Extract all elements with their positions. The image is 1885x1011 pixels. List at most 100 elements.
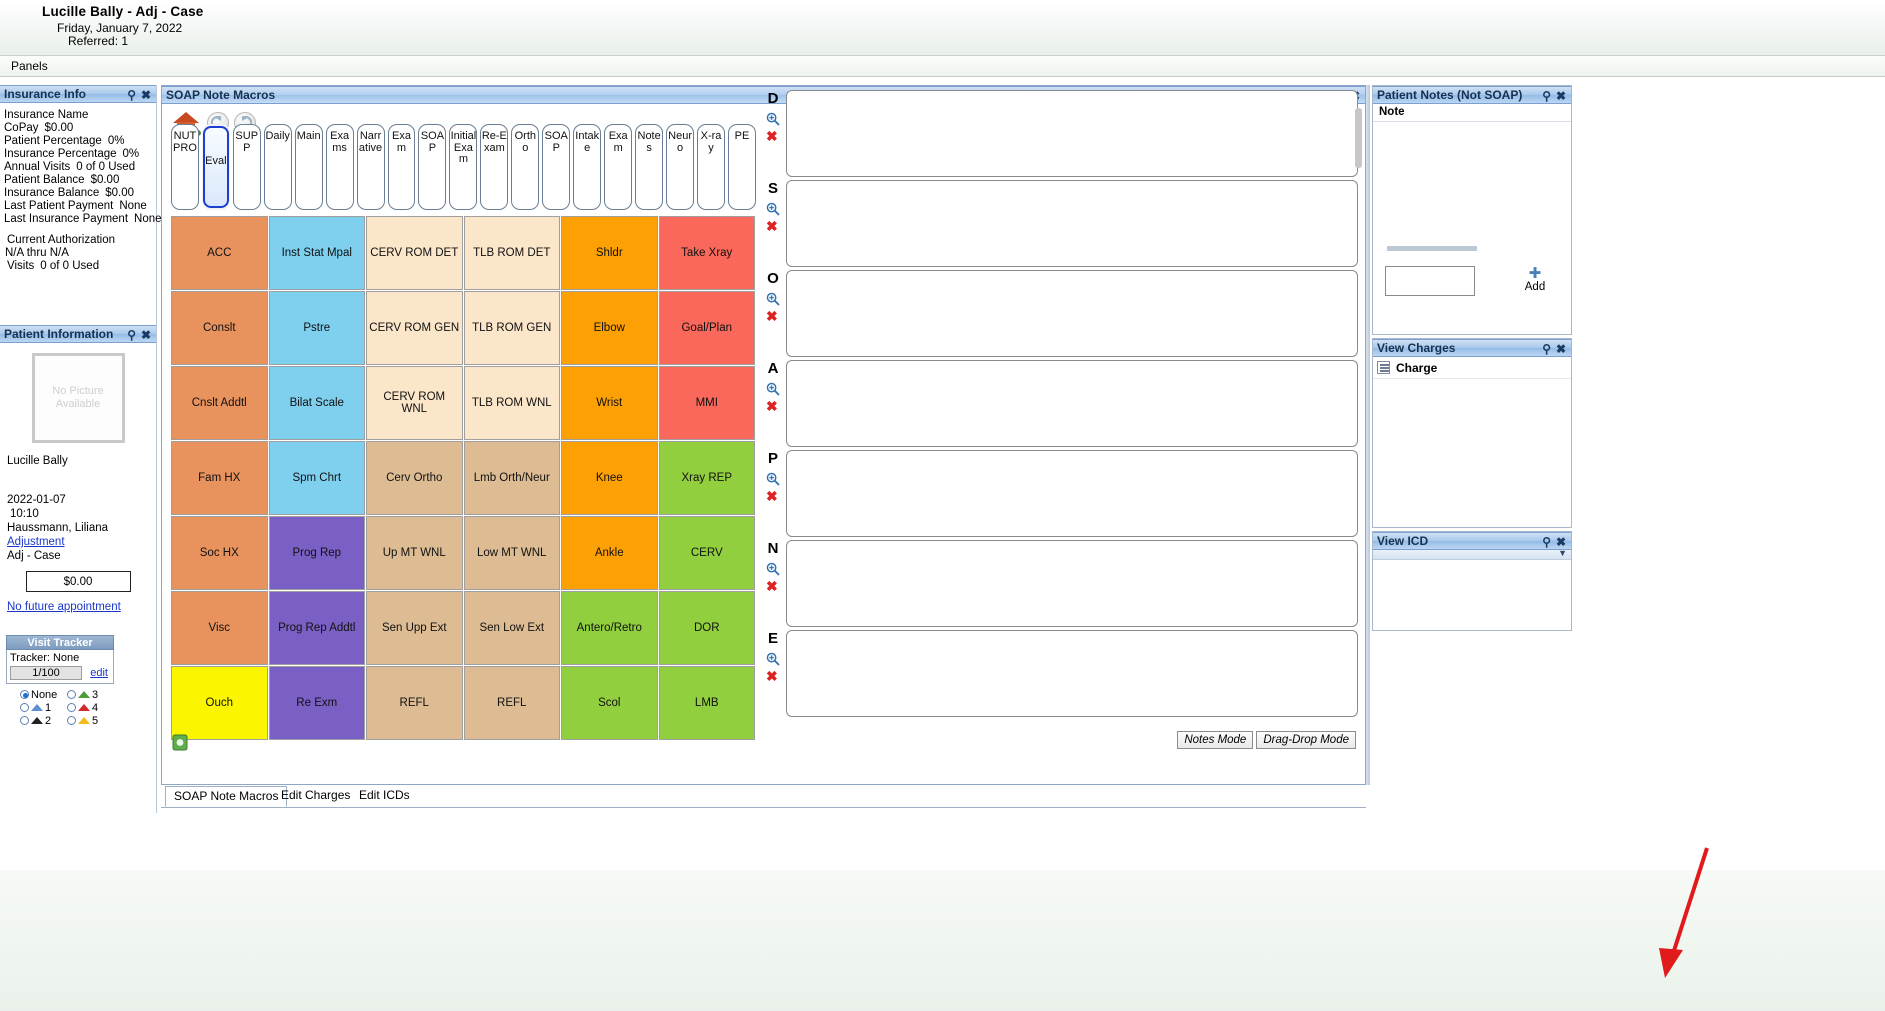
magnify-icon[interactable]	[766, 202, 780, 216]
visit-type-link[interactable]: Adjustment	[7, 535, 156, 549]
macro-button[interactable]: REFL	[366, 666, 463, 740]
macro-tab-re-exam[interactable]: Re-Exam	[480, 124, 509, 210]
macro-button[interactable]: TLB ROM GEN	[463, 291, 560, 365]
macro-button[interactable]: Goal/Plan	[658, 291, 755, 365]
tab-edit-icds[interactable]: Edit ICDs	[351, 786, 418, 807]
drag-drop-mode-button[interactable]: Drag-Drop Mode	[1256, 731, 1356, 749]
tracker-option-2[interactable]: 2	[20, 715, 67, 727]
soap-text-field[interactable]	[786, 630, 1358, 717]
macro-tab-eval-selected[interactable]: Eval	[201, 124, 230, 210]
tracker-option-3[interactable]: 3	[67, 689, 114, 701]
macro-button[interactable]: Xray REP	[658, 441, 755, 515]
no-future-appointment-link[interactable]: No future appointment	[7, 601, 156, 613]
macro-button[interactable]: CERV ROM WNL	[366, 366, 463, 440]
macro-button[interactable]: Elbow	[561, 291, 658, 365]
macro-tab-exam[interactable]: Exam	[604, 124, 633, 210]
macro-button[interactable]: Pstre	[268, 291, 365, 365]
tracker-option-none[interactable]: None	[20, 689, 67, 701]
macro-tab-main[interactable]: Main	[294, 124, 323, 210]
soap-text-field[interactable]	[786, 180, 1358, 267]
macro-tab-narrative[interactable]: Narrative	[356, 124, 385, 210]
radio-icon[interactable]	[67, 703, 76, 712]
macro-button[interactable]: Up MT WNL	[366, 516, 463, 590]
macro-button[interactable]: TLB ROM DET	[463, 216, 560, 290]
soap-text-field[interactable]	[786, 450, 1358, 537]
macro-tab-daily[interactable]: Daily	[263, 124, 292, 210]
macro-button[interactable]: Take Xray	[658, 216, 755, 290]
magnify-icon[interactable]	[766, 652, 780, 666]
magnify-icon[interactable]	[766, 112, 780, 126]
macro-button[interactable]: Soc HX	[171, 516, 268, 590]
macro-button[interactable]: Antero/Retro	[561, 591, 658, 665]
notes-mode-button[interactable]: Notes Mode	[1177, 731, 1254, 749]
macro-tab-notes[interactable]: Notes	[635, 124, 664, 210]
macro-tab-supp[interactable]: SUPP	[232, 124, 261, 210]
radio-icon[interactable]	[20, 716, 29, 725]
macro-button[interactable]: TLB ROM WNL	[463, 366, 560, 440]
tracker-option-4[interactable]: 4	[67, 702, 114, 714]
soap-text-field[interactable]	[786, 540, 1358, 627]
magnify-icon[interactable]	[766, 292, 780, 306]
macro-tab-soap[interactable]: SOAP	[418, 124, 447, 210]
macro-button[interactable]: LMB	[658, 666, 755, 740]
chevron-down-icon[interactable]: ▼	[1558, 548, 1567, 558]
soap-text-field[interactable]	[786, 360, 1358, 447]
pin-icon[interactable]: ⚲	[127, 87, 136, 104]
macro-tab-neuro[interactable]: Neuro	[666, 124, 695, 210]
macro-button[interactable]: Wrist	[561, 366, 658, 440]
macro-button[interactable]: Inst Stat Mpal	[268, 216, 365, 290]
close-icon[interactable]: ✖	[1556, 88, 1566, 105]
note-input-field[interactable]	[1385, 266, 1475, 296]
dock-splitter[interactable]	[1366, 85, 1370, 785]
add-note-button[interactable]: ✚ Add	[1505, 266, 1565, 293]
clear-section-icon[interactable]: ✖	[766, 578, 778, 595]
macro-button[interactable]: Spm Chrt	[268, 441, 365, 515]
pin-icon[interactable]: ⚲	[1542, 88, 1551, 105]
panels-menu-item[interactable]: Panels	[11, 59, 48, 73]
macro-tab-intake[interactable]: Intake	[573, 124, 602, 210]
pin-icon[interactable]: ⚲	[127, 327, 136, 344]
macro-tab-ortho[interactable]: Ortho	[511, 124, 540, 210]
clear-section-icon[interactable]: ✖	[766, 398, 778, 415]
tracker-edit-link[interactable]: edit	[90, 667, 108, 679]
tracker-option-1[interactable]: 1	[20, 702, 67, 714]
macro-button[interactable]: Cerv Ortho	[366, 441, 463, 515]
macro-button[interactable]: CERV ROM GEN	[366, 291, 463, 365]
macro-button[interactable]: MMI	[658, 366, 755, 440]
macro-button[interactable]: DOR	[658, 591, 755, 665]
clear-section-icon[interactable]: ✖	[766, 488, 778, 505]
close-icon[interactable]: ✖	[141, 327, 151, 344]
macro-button[interactable]: Re Exm	[268, 666, 365, 740]
macro-tab-exams[interactable]: Exams	[325, 124, 354, 210]
panels-menubar[interactable]: Panels	[0, 56, 1885, 77]
macro-button[interactable]: Sen Low Ext	[463, 591, 560, 665]
clear-section-icon[interactable]: ✖	[766, 128, 778, 145]
tab-edit-charges[interactable]: Edit Charges	[273, 786, 358, 807]
macro-button[interactable]: ACC	[171, 216, 268, 290]
close-icon[interactable]: ✖	[1556, 341, 1566, 358]
macro-button[interactable]: Shldr	[561, 216, 658, 290]
macro-tab-nutpro[interactable]: NUTPRO	[171, 124, 199, 210]
macro-button[interactable]: Prog Rep Addtl	[268, 591, 365, 665]
macro-button[interactable]: Fam HX	[171, 441, 268, 515]
macro-button[interactable]: Cnslt Addtl	[171, 366, 268, 440]
macro-button[interactable]: Knee	[561, 441, 658, 515]
clear-section-icon[interactable]: ✖	[766, 218, 778, 235]
soap-text-field[interactable]	[786, 90, 1358, 177]
macro-button[interactable]: Conslt	[171, 291, 268, 365]
radio-icon[interactable]	[20, 703, 29, 712]
macro-button[interactable]: Sen Upp Ext	[366, 591, 463, 665]
clear-section-icon[interactable]: ✖	[766, 668, 778, 685]
macro-tab-pe[interactable]: PE	[728, 124, 756, 210]
macro-button[interactable]: Scol	[561, 666, 658, 740]
icd-collapse-bar[interactable]: ▼	[1373, 548, 1571, 560]
macro-button[interactable]: Bilat Scale	[268, 366, 365, 440]
magnify-icon[interactable]	[766, 382, 780, 396]
macro-button[interactable]: Prog Rep	[268, 516, 365, 590]
macro-tab-initial-exam[interactable]: Initial Exam	[449, 124, 478, 210]
pin-icon[interactable]: ⚲	[1542, 534, 1551, 551]
patient-notes-scrollbar[interactable]	[1387, 246, 1477, 251]
radio-icon[interactable]	[20, 690, 29, 699]
tracker-option-5[interactable]: 5	[67, 715, 114, 727]
macro-button[interactable]: Ouch	[171, 666, 268, 740]
